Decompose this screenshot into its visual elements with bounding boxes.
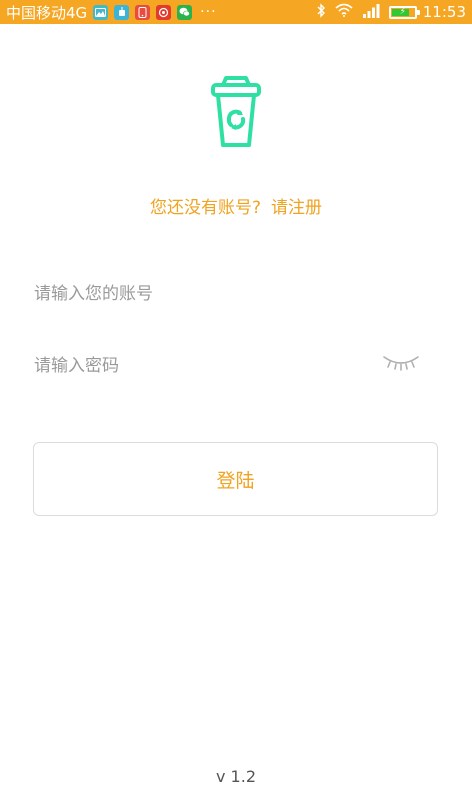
carrier-name: 中国移动4G: [6, 3, 88, 22]
status-bar: 中国移动4G ··· ⚡ 11:53: [0, 0, 472, 24]
login-button-label: 登陆: [216, 469, 255, 492]
recycle-cup-icon: [211, 76, 261, 147]
wechat-app-icon: [177, 4, 193, 20]
charging-icon: ⚡: [399, 6, 406, 17]
weibo-app-icon: [156, 4, 172, 20]
signal-icon: [362, 3, 380, 22]
account-input[interactable]: [34, 277, 438, 311]
image-app-icon: [93, 4, 109, 20]
register-question: 您还没有账号?: [149, 198, 262, 218]
eye-closed-icon[interactable]: [382, 352, 420, 374]
battery-icon: ⚡: [388, 5, 420, 19]
notification-icons: ···: [93, 4, 216, 20]
system-status: ⚡ 11:53: [307, 2, 466, 22]
version-label: v 1.2: [216, 767, 256, 786]
login-button[interactable]: 登陆: [33, 442, 438, 516]
register-prompt: 您还没有账号? 请注册: [0, 193, 472, 218]
password-input[interactable]: [34, 349, 364, 383]
wifi-icon: [335, 3, 353, 21]
more-notifications-icon: ···: [200, 4, 217, 20]
robot-app-icon: [114, 4, 130, 20]
app-logo: [206, 72, 266, 152]
clock: 11:53: [422, 3, 466, 21]
phone-app-icon: [135, 4, 151, 20]
register-link[interactable]: 请注册: [271, 198, 322, 218]
bluetooth-icon: [316, 2, 326, 22]
